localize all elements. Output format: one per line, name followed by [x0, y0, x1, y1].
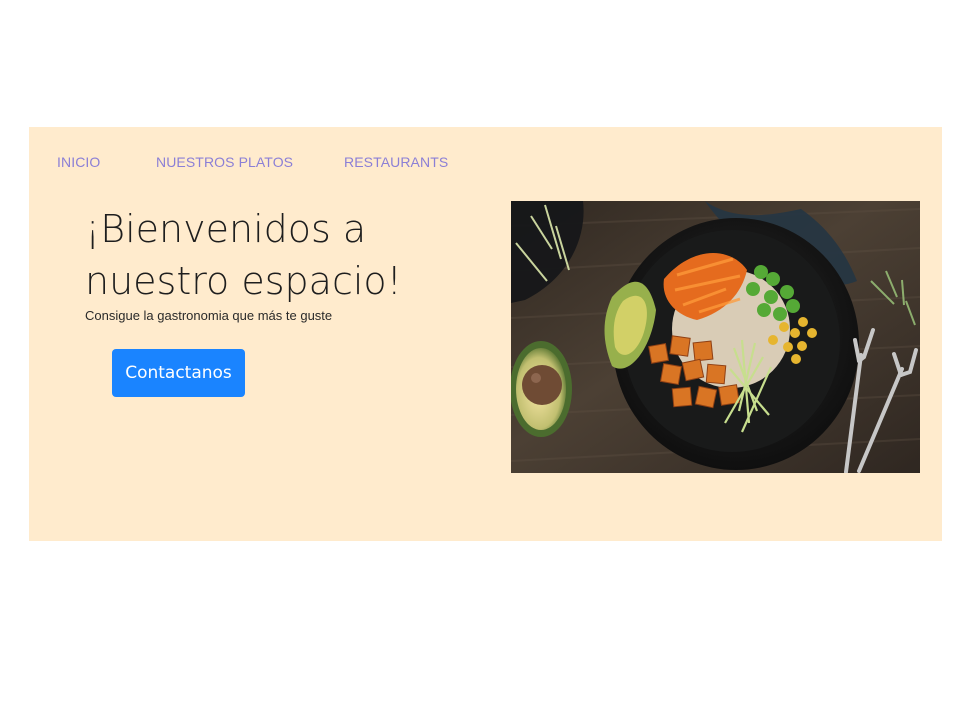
food-bowl-image [511, 201, 920, 473]
contact-button[interactable]: Contactanos [112, 349, 245, 397]
top-navigation: INICIO NUESTROS PLATOS RESTAURANTS [29, 154, 529, 174]
nav-link-nuestros-platos[interactable]: NUESTROS PLATOS [156, 154, 293, 170]
nav-link-inicio[interactable]: INICIO [57, 154, 100, 170]
hero-section: INICIO NUESTROS PLATOS RESTAURANTS ¡Bien… [29, 127, 942, 541]
hero-subtitle: Consigue la gastronomia que más te guste [85, 308, 333, 323]
hero-title: ¡Bienvenidos a nuestro espacio! [85, 207, 402, 303]
nav-link-restaurants[interactable]: RESTAURANTS [344, 154, 448, 170]
